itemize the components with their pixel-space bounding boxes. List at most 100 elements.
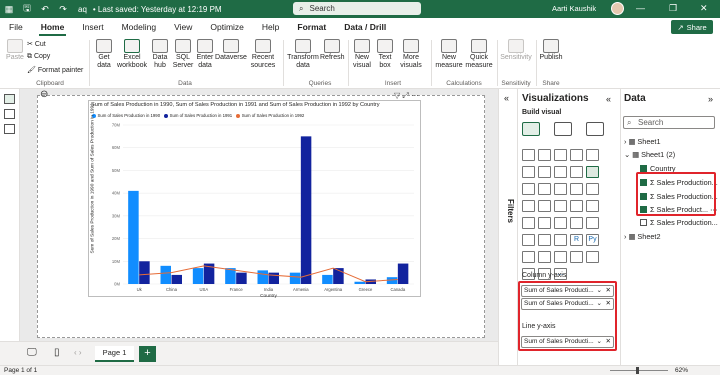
slicer-icon[interactable] [522,234,535,246]
line-chart-icon[interactable] [538,166,551,178]
analytics-icon[interactable] [586,122,604,136]
collapse-icon[interactable]: » [708,94,713,104]
paginated-report-icon[interactable] [586,251,599,263]
clustered-bar-icon[interactable] [554,149,567,161]
stacked-bar-icon[interactable] [522,149,535,161]
menu-modeling[interactable]: Modeling [113,18,166,36]
scatter-icon[interactable] [586,183,599,195]
dataverse-button[interactable]: Dataverse [215,39,247,62]
more-visuals-button[interactable]: More visuals [397,39,425,70]
menu-file[interactable]: File [0,18,32,36]
key-influencers-icon[interactable] [522,251,535,263]
format-painter-button[interactable]: 🖌 Format painter [27,66,83,74]
checkbox-icon[interactable] [640,219,647,226]
save-icon[interactable]: 🖫 [18,1,36,17]
combo-chart[interactable]: Sum of Sales Production in 1990, Sum of … [88,100,421,298]
user-name[interactable]: Aarti Kaushik [552,4,596,13]
field-item[interactable]: Σ Sales Production... [640,218,718,227]
menu-help[interactable]: Help [253,18,288,36]
new-visual-button[interactable]: New visual [351,39,373,70]
collapse-icon[interactable]: « [606,94,611,104]
zoom-slider[interactable] [610,370,668,371]
collapse-icon[interactable]: « [504,93,509,103]
matrix-icon[interactable] [554,234,567,246]
publish-button[interactable]: Publish [539,39,563,62]
share-button[interactable]: ↗ Share [671,20,713,34]
python-visual-icon[interactable]: Py [586,234,599,246]
decomposition-tree-icon[interactable] [538,251,551,263]
transform-data-button[interactable]: Transform data [286,39,320,70]
page-nav-icon[interactable]: ‹ › [74,348,82,357]
menu-insert[interactable]: Insert [73,18,112,36]
azure-map-icon[interactable] [522,217,535,229]
add-page-button[interactable]: + [139,346,156,362]
model-view-icon[interactable] [4,124,15,134]
tree-sheet2[interactable]: › ▦ Sheet2 [624,232,661,241]
avatar[interactable] [611,2,624,15]
kpi-icon[interactable] [586,217,599,229]
report-view-icon[interactable] [4,94,15,104]
desktop-view-icon[interactable]: 🖵 [27,347,37,358]
data-search-input[interactable]: ⌕ Search [623,116,715,129]
tree-sheet1-2[interactable]: ⌄ ▦ Sheet1 (2) [624,150,675,159]
filled-map-icon[interactable] [586,200,599,212]
menu-home[interactable]: Home [32,18,74,36]
waterfall-icon[interactable] [554,183,567,195]
column-100-icon[interactable] [522,166,535,178]
text-box-button[interactable]: Text box [375,39,395,70]
minimize-icon[interactable]: — [636,3,645,13]
menu-data-drill[interactable]: Data / Drill [335,18,395,36]
quick-measure-button[interactable]: Quick measure [465,39,493,70]
menu-optimize[interactable]: Optimize [201,18,253,36]
stacked-area-icon[interactable] [570,166,583,178]
undo-icon[interactable]: ↶ [36,4,54,15]
sql-server-button[interactable]: SQL Server [172,39,194,70]
checkbox-checked-icon[interactable] [640,165,647,172]
format-visual-icon[interactable] [554,122,572,136]
mobile-view-icon[interactable]: ▯ [54,347,60,358]
back-icon[interactable]: ⊖ [40,89,48,100]
get-data-button[interactable]: Get data [92,39,116,70]
donut-chart-icon[interactable] [538,200,551,212]
qa-icon[interactable] [554,251,567,263]
card-icon[interactable] [554,217,567,229]
funnel-icon[interactable] [570,183,583,195]
maximize-icon[interactable]: ❐ [669,3,677,14]
new-measure-button[interactable]: New measure [434,39,464,70]
map-icon[interactable] [570,200,583,212]
multi-row-card-icon[interactable] [570,217,583,229]
menu-format[interactable]: Format [288,18,335,36]
copy-button[interactable]: ⧉ Copy [27,53,50,61]
menu-view[interactable]: View [165,18,201,36]
ribbon-chart-icon[interactable] [538,183,551,195]
stacked-column-icon[interactable] [538,149,551,161]
paste-button[interactable]: Paste [4,39,26,62]
page-tab[interactable]: Page 1 [95,346,134,362]
zoom-slider-thumb[interactable] [636,367,639,374]
line-clustered-column-icon[interactable] [586,166,599,178]
filters-pane[interactable]: « Filters [498,89,516,365]
area-chart-icon[interactable] [554,166,567,178]
data-hub-button[interactable]: Data hub [148,39,172,70]
gauge-icon[interactable] [538,217,551,229]
close-icon[interactable]: ✕ [700,3,708,14]
table-view-icon[interactable] [4,109,15,119]
sensitivity-button[interactable]: Sensitivity [500,39,532,62]
recent-sources-button[interactable]: Recent sources [248,39,278,70]
table-visual-icon[interactable] [538,234,551,246]
redo-icon[interactable]: ↷ [54,4,72,15]
search-input[interactable]: ⌕ Search [293,2,421,15]
refresh-button[interactable]: Refresh [320,39,345,62]
clustered-column-icon[interactable] [570,149,583,161]
bar-100-icon[interactable] [586,149,599,161]
cut-button[interactable]: ✂ Cut [27,40,46,48]
r-visual-icon[interactable]: R [570,234,583,246]
excel-workbook-button[interactable]: Excel workbook [117,39,147,70]
line-stacked-column-icon[interactable] [522,183,535,195]
treemap-icon[interactable] [554,200,567,212]
build-visual-icon[interactable] [522,122,540,136]
smart-narrative-icon[interactable] [570,251,583,263]
enter-data-button[interactable]: Enter data [195,39,215,70]
tree-sheet1[interactable]: › ▦ Sheet1 [624,137,661,146]
pie-chart-icon[interactable] [522,200,535,212]
